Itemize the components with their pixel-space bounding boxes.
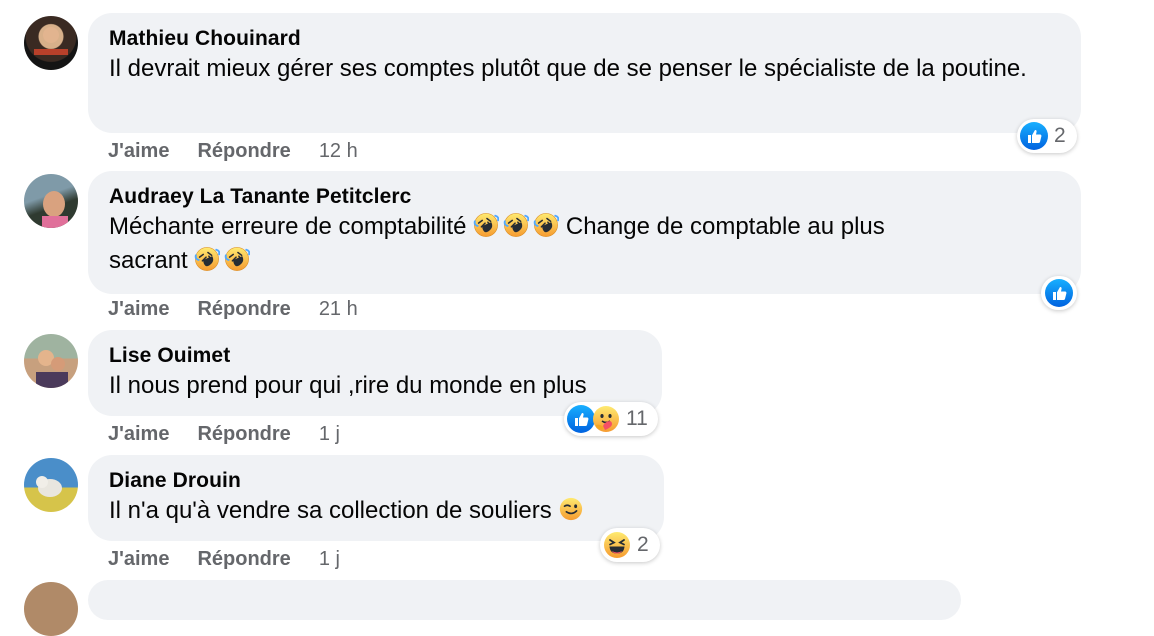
wink-emoji-icon xyxy=(558,496,584,522)
reply-link[interactable]: Répondre xyxy=(197,548,290,571)
avatar[interactable] xyxy=(24,174,78,228)
comment-bubble xyxy=(88,580,961,620)
comment-text-segment: Méchante erreure de comptabilité xyxy=(109,213,467,240)
avatar-image xyxy=(42,191,68,228)
avatar[interactable] xyxy=(24,458,78,512)
care-icon xyxy=(592,405,620,433)
comment-timestamp[interactable]: 1 j xyxy=(319,548,340,571)
reply-link[interactable]: Répondre xyxy=(197,423,290,446)
rofl-emoji-icon xyxy=(194,246,220,272)
comment-text-segment: Il devrait mieux gérer ses comptes plutô… xyxy=(109,55,1027,82)
avatar-image xyxy=(34,27,68,55)
like-link[interactable]: J'aime xyxy=(108,423,169,446)
reaction-count: 2 xyxy=(1054,124,1066,147)
rofl-emoji-icon xyxy=(224,246,250,272)
reaction-count: 11 xyxy=(626,407,648,430)
comment-text-segment: sacrant xyxy=(109,247,188,274)
like-icon xyxy=(1045,279,1073,307)
comment-timestamp[interactable]: 21 h xyxy=(319,298,358,321)
reply-link[interactable]: Répondre xyxy=(197,298,290,321)
comment-timestamp[interactable]: 1 j xyxy=(319,423,340,446)
comment-author[interactable]: Audraey La Tanante Petitclerc xyxy=(109,184,1061,210)
like-icon xyxy=(567,405,595,433)
comment-bubble: Audraey La Tanante Petitclerc Méchante e… xyxy=(88,171,1081,294)
avatar-image xyxy=(36,350,68,388)
rofl-emoji-icon xyxy=(473,212,499,238)
haha-icon xyxy=(603,531,631,559)
like-link[interactable]: J'aime xyxy=(108,140,169,163)
avatar[interactable] xyxy=(24,16,78,70)
rofl-emoji-icon xyxy=(533,212,559,238)
comment-text: Méchante erreure de comptabilité Change … xyxy=(109,210,1061,278)
reaction-summary[interactable]: 11 xyxy=(564,402,658,436)
like-link[interactable]: J'aime xyxy=(108,298,169,321)
comment-author[interactable]: Diane Drouin xyxy=(109,468,644,494)
reply-link[interactable]: Répondre xyxy=(197,140,290,163)
comment-bubble: Mathieu Chouinard Il devrait mieux gérer… xyxy=(88,13,1081,133)
comment-author[interactable]: Mathieu Chouinard xyxy=(109,26,1061,52)
reaction-count: 2 xyxy=(637,533,649,556)
comment-actions: J'aime Répondre 1 j xyxy=(108,546,340,572)
avatar[interactable] xyxy=(24,582,78,636)
comment-text: Il nous prend pour qui ,rire du monde en… xyxy=(109,369,642,403)
partial-actions-top xyxy=(108,0,358,2)
like-link[interactable]: J'aime xyxy=(108,548,169,571)
reaction-summary[interactable]: 2 xyxy=(600,528,660,562)
comment-actions: J'aime Répondre 12 h xyxy=(108,138,358,164)
comment-text: Il devrait mieux gérer ses comptes plutô… xyxy=(109,52,1061,86)
comment-text-segment: Il nous prend pour qui ,rire du monde en… xyxy=(109,372,587,399)
comment-text-segment: Il n'a qu'à vendre sa collection de soul… xyxy=(109,497,552,524)
comment-text: Il n'a qu'à vendre sa collection de soul… xyxy=(109,494,644,528)
avatar[interactable] xyxy=(24,334,78,388)
like-icon xyxy=(1020,122,1048,150)
reaction-summary[interactable] xyxy=(1041,276,1077,310)
rofl-emoji-icon xyxy=(503,212,529,238)
comment-actions: J'aime Répondre 1 j xyxy=(108,421,340,447)
avatar-image xyxy=(36,476,62,497)
comment-actions: J'aime Répondre 21 h xyxy=(108,296,358,322)
reaction-summary[interactable]: 2 xyxy=(1017,119,1077,153)
comment-bubble: Diane Drouin Il n'a qu'à vendre sa colle… xyxy=(88,455,664,541)
comment-text-segment: Change de comptable au plus xyxy=(565,213,885,240)
comment-author[interactable]: Lise Ouimet xyxy=(109,343,642,369)
comment-timestamp[interactable]: 12 h xyxy=(319,140,358,163)
